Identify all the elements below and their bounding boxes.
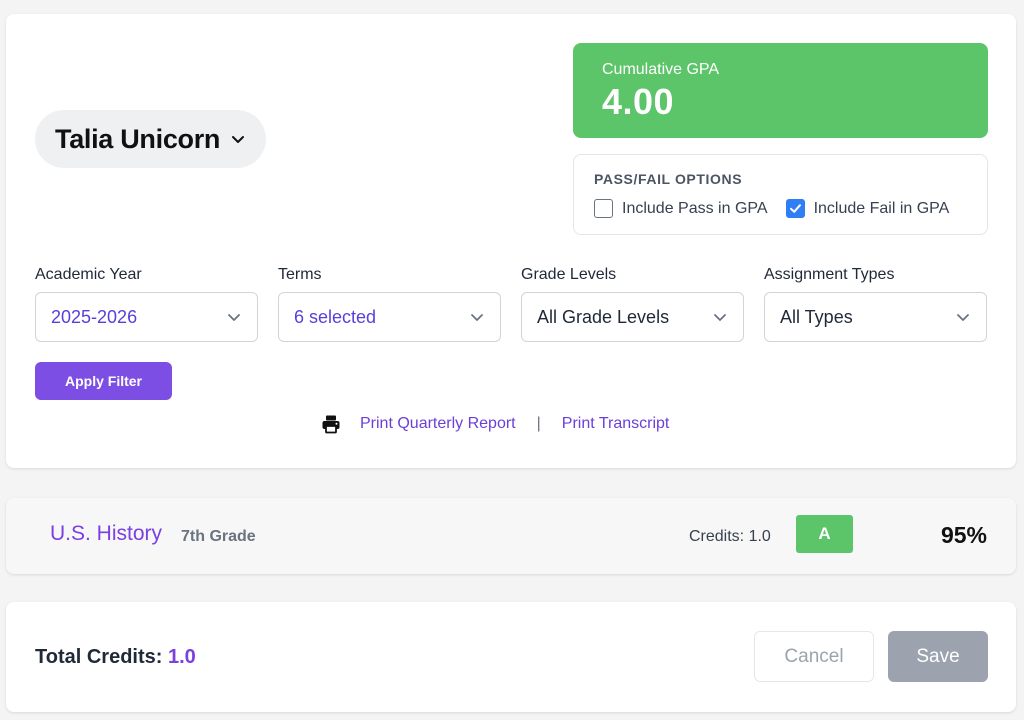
include-fail-label: Include Fail in GPA xyxy=(813,199,950,217)
save-button[interactable]: Save xyxy=(888,631,988,682)
terms-filter: Terms 6 selected xyxy=(278,266,501,342)
terms-label: Terms xyxy=(278,266,322,283)
letter-grade-badge: A xyxy=(796,515,853,553)
print-transcript-link[interactable]: Print Transcript xyxy=(562,415,670,433)
include-pass-checkbox[interactable] xyxy=(594,199,613,218)
assignment-types-select[interactable]: All Types xyxy=(764,292,987,342)
checkmark-icon xyxy=(789,204,801,213)
course-row: U.S. History 7th Grade Credits: 1.0 A 95… xyxy=(6,498,1016,574)
gpa-label: Cumulative GPA xyxy=(602,61,720,78)
grade-levels-label: Grade Levels xyxy=(521,266,617,283)
grade-levels-filter: Grade Levels All Grade Levels xyxy=(521,266,744,342)
include-fail-option[interactable]: Include Fail in GPA xyxy=(785,199,950,218)
student-name: Talia Unicorn xyxy=(55,123,221,154)
chevron-down-icon xyxy=(228,314,240,321)
report-filter-card: Talia Unicorn Cumulative GPA 4.00 PASS/F… xyxy=(6,14,1016,468)
course-grade-level: 7th Grade xyxy=(181,528,256,545)
assignment-types-label: Assignment Types xyxy=(764,266,895,283)
student-selector[interactable]: Talia Unicorn xyxy=(35,110,267,168)
course-credits: Credits: 1.0 xyxy=(689,528,771,545)
filter-row: Academic Year 2025-2026 Terms 6 selected… xyxy=(35,266,988,342)
academic-year-label: Academic Year xyxy=(35,266,142,283)
course-name-link[interactable]: U.S. History xyxy=(50,522,162,546)
include-pass-option[interactable]: Include Pass in GPA xyxy=(594,199,768,218)
include-pass-label: Include Pass in GPA xyxy=(622,199,768,217)
cumulative-gpa-panel: Cumulative GPA 4.00 xyxy=(573,43,988,138)
apply-filter-button[interactable]: Apply Filter xyxy=(35,362,172,400)
printer-icon xyxy=(322,415,340,434)
terms-select[interactable]: 6 selected xyxy=(278,292,501,342)
academic-year-select[interactable]: 2025-2026 xyxy=(35,292,258,342)
chevron-down-icon xyxy=(232,136,245,143)
pass-fail-title: PASS/FAIL OPTIONS xyxy=(594,171,743,187)
total-credits: Total Credits: 1.0 xyxy=(35,646,196,669)
assignment-types-filter: Assignment Types All Types xyxy=(764,266,987,342)
pass-fail-options-panel: PASS/FAIL OPTIONS Include Pass in GPA In… xyxy=(573,154,988,235)
chevron-down-icon xyxy=(957,314,969,321)
footer-bar: Total Credits: 1.0 Cancel Save xyxy=(6,602,1016,712)
include-fail-checkbox[interactable] xyxy=(785,199,805,218)
gpa-value: 4.00 xyxy=(602,81,675,122)
grade-levels-value: All Grade Levels xyxy=(537,306,670,327)
course-percent: 95% xyxy=(940,522,987,548)
grade-levels-select[interactable]: All Grade Levels xyxy=(521,292,744,342)
academic-year-filter: Academic Year 2025-2026 xyxy=(35,266,258,342)
chevron-down-icon xyxy=(714,314,726,321)
assignment-types-value: All Types xyxy=(780,306,853,327)
total-credits-label: Total Credits: xyxy=(35,646,163,668)
total-credits-value: 1.0 xyxy=(167,646,196,668)
print-links: Print Quarterly Report | Print Transcrip… xyxy=(321,414,669,434)
print-quarterly-report-link[interactable]: Print Quarterly Report xyxy=(360,415,516,433)
academic-year-value: 2025-2026 xyxy=(51,306,138,327)
terms-value: 6 selected xyxy=(294,306,377,327)
chevron-down-icon xyxy=(471,314,483,321)
link-separator: | xyxy=(536,415,541,432)
cancel-button[interactable]: Cancel xyxy=(754,631,874,682)
